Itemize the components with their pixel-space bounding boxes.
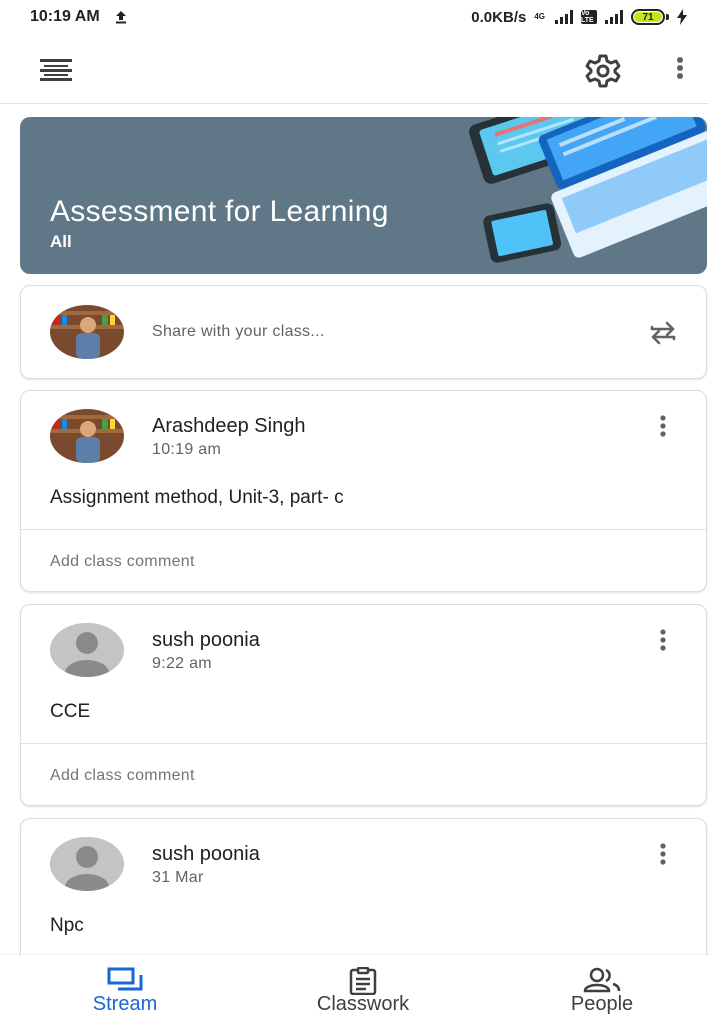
post-author: sush poonia [152,843,260,865]
app-bar [0,34,709,104]
status-bar: 10:19 AM 0.0KB/s 4G Vo LTE 71 [0,0,709,34]
post-time: 31 Mar [152,869,204,886]
post-more-icon[interactable] [653,627,673,655]
data-speed: 0.0KB/s [471,8,527,26]
status-time: 10:19 AM [30,8,100,25]
nav-people-label: People [570,993,634,1015]
post-more-icon[interactable] [653,413,673,441]
post-body: Assignment method, Unit-3, part- c [50,487,344,508]
class-title: Assessment for Learning [50,195,389,228]
avatar [50,623,124,677]
network-type: 4G [534,12,545,21]
post-body: Npc [50,915,84,936]
post-author: sush poonia [152,629,260,651]
upload-arrow-icon [115,11,126,24]
classwork-icon [346,955,380,996]
divider [21,529,706,530]
menu-icon[interactable] [34,56,78,82]
post-body: CCE [50,701,91,722]
nav-stream-label: Stream [92,993,158,1015]
post-card[interactable]: sush poonia 9:22 am CCE Add class commen… [20,604,707,806]
avatar [50,409,124,463]
nav-classwork[interactable]: Classwork [295,955,431,1024]
share-card[interactable]: Share with your class... [20,285,707,379]
post-card[interactable]: Arashdeep Singh 10:19 am Assignment meth… [20,390,707,592]
divider [21,743,706,744]
avatar [50,305,124,359]
avatar [50,837,124,891]
bottom-nav: Stream Classwork People [0,955,709,1024]
volte-icon: Vo LTE [581,10,597,24]
status-right: 0.0KB/s 4G Vo LTE 71 [471,9,687,26]
signal-icon-2 [605,10,623,24]
charging-icon [677,9,687,25]
add-comment-link[interactable]: Add class comment [50,767,195,785]
post-time: 10:19 am [152,441,222,458]
battery-icon: 71 [631,9,669,25]
stream-icon [106,955,144,991]
post-author: Arashdeep Singh [152,415,306,437]
status-left: 10:19 AM [30,8,128,26]
post-more-icon[interactable] [653,841,673,869]
class-section: All [50,232,72,251]
share-input[interactable]: Share with your class... [152,323,325,341]
nav-people[interactable]: People [555,955,649,1024]
add-comment-link[interactable]: Add class comment [50,553,195,571]
post-time: 9:22 am [152,655,212,672]
nav-stream[interactable]: Stream [76,955,174,1024]
people-icon [582,955,622,993]
class-banner[interactable]: Assessment for Learning All [20,117,707,274]
banner-illustration [469,117,707,263]
more-vert-icon[interactable] [668,54,692,86]
gear-icon[interactable] [584,52,622,90]
nav-classwork-label: Classwork [316,993,410,1015]
signal-icon [555,10,573,24]
battery-level: 71 [634,12,662,23]
repost-icon[interactable] [646,316,680,350]
